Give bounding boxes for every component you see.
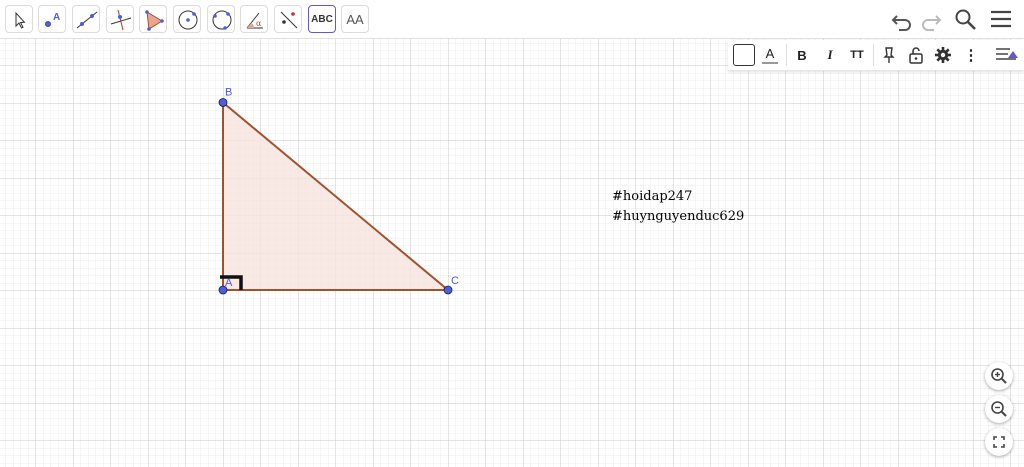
graphics-view[interactable]: A B C #hoidap247 #huynguyenduc629 bbox=[0, 39, 1024, 467]
zoom-out-icon bbox=[991, 401, 1007, 417]
point-icon: A bbox=[45, 12, 60, 27]
point-c[interactable] bbox=[443, 285, 453, 295]
angle-tool[interactable]: α bbox=[240, 5, 268, 33]
point-label-b: B bbox=[225, 87, 232, 99]
color-swatch-icon bbox=[733, 44, 755, 66]
separator bbox=[786, 44, 787, 66]
italic-button[interactable]: I bbox=[818, 43, 842, 67]
pin-icon bbox=[883, 47, 895, 63]
color-underline-icon bbox=[762, 61, 778, 64]
svg-text:A: A bbox=[53, 12, 60, 23]
toggle-style-bar-button[interactable] bbox=[994, 43, 1018, 67]
reflect-icon bbox=[280, 11, 298, 29]
point-label-a: A bbox=[225, 277, 233, 289]
svg-text:α: α bbox=[256, 19, 262, 28]
perpendicular-icon bbox=[110, 9, 132, 31]
text-tool-label: ABC bbox=[311, 13, 333, 25]
cursor-icon bbox=[15, 11, 26, 29]
fullscreen-icon bbox=[993, 436, 1005, 448]
point-tool[interactable]: A bbox=[38, 5, 66, 33]
slider-tool[interactable]: AA bbox=[341, 5, 369, 33]
settings-button[interactable] bbox=[931, 43, 955, 67]
background-color-button[interactable] bbox=[732, 43, 756, 67]
text-color-button[interactable]: A bbox=[758, 43, 782, 67]
pin-button[interactable] bbox=[877, 43, 901, 67]
zoom-out-button[interactable] bbox=[985, 395, 1013, 423]
lock-icon bbox=[909, 47, 923, 64]
zoom-in-button[interactable] bbox=[985, 362, 1013, 390]
menu-icon[interactable] bbox=[988, 7, 1014, 33]
point-label-c: C bbox=[451, 275, 459, 287]
grid bbox=[0, 39, 1024, 467]
reflect-tool[interactable] bbox=[274, 5, 302, 33]
text-color-label: A bbox=[765, 45, 775, 61]
line-icon bbox=[76, 11, 98, 29]
redo-icon[interactable] bbox=[918, 7, 944, 33]
bold-label: B bbox=[797, 47, 807, 63]
geometry-canvas[interactable]: A B C bbox=[0, 39, 1024, 467]
text-size-label: TT bbox=[850, 49, 864, 61]
style-bar: A B I TT ⋮ bbox=[728, 40, 1024, 71]
text-hashtag-1[interactable]: #hoidap247 bbox=[612, 189, 692, 204]
move-tool[interactable] bbox=[5, 5, 33, 33]
more-button[interactable]: ⋮ bbox=[959, 43, 983, 67]
fullscreen-button[interactable] bbox=[985, 428, 1013, 456]
lock-button[interactable] bbox=[904, 43, 928, 67]
toolbar: A α ABC AA bbox=[0, 0, 1024, 39]
perpendicular-line-tool[interactable] bbox=[106, 5, 134, 33]
style-bar-toggle-icon bbox=[996, 48, 1018, 60]
more-vertical-icon: ⋮ bbox=[963, 47, 979, 64]
point-b[interactable] bbox=[218, 98, 228, 107]
italic-label: I bbox=[827, 47, 833, 62]
text-hashtag-2[interactable]: #huynguyenduc629 bbox=[612, 209, 744, 224]
slider-tool-label: AA bbox=[346, 11, 364, 27]
bold-button[interactable]: B bbox=[790, 43, 814, 67]
circle-three-points-tool[interactable] bbox=[207, 5, 235, 33]
polygon-tool[interactable] bbox=[139, 5, 167, 33]
polygon-icon bbox=[145, 10, 164, 31]
search-icon[interactable] bbox=[953, 7, 979, 33]
gear-icon bbox=[935, 47, 951, 63]
zoom-in-icon bbox=[991, 368, 1007, 384]
circle-three-points-icon bbox=[212, 10, 232, 30]
undo-icon[interactable] bbox=[889, 7, 915, 33]
angle-icon: α bbox=[246, 12, 263, 29]
text-tool[interactable]: ABC bbox=[308, 5, 336, 33]
circle-center-icon bbox=[178, 10, 198, 30]
separator bbox=[873, 44, 874, 66]
line-tool[interactable] bbox=[72, 5, 100, 33]
circle-center-point-tool[interactable] bbox=[173, 5, 201, 33]
text-size-button[interactable]: TT bbox=[845, 43, 869, 67]
